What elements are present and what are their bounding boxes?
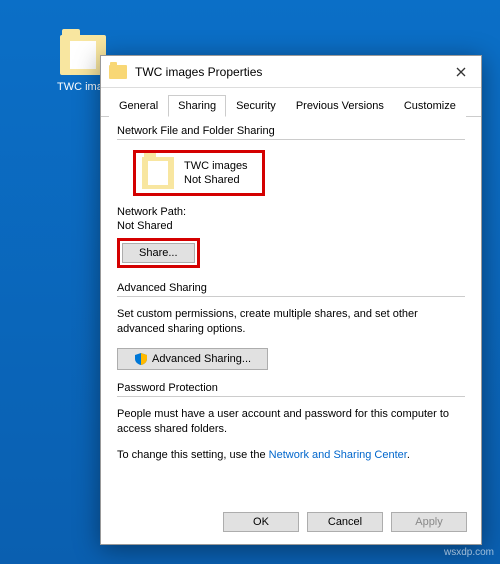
share-button[interactable]: Share... [122, 243, 195, 263]
close-icon [456, 67, 466, 77]
properties-dialog: TWC images Properties General Sharing Se… [100, 55, 482, 545]
titlebar: TWC images Properties [101, 56, 481, 88]
folder-icon [109, 65, 127, 79]
close-button[interactable] [441, 56, 481, 87]
folder-share-info: TWC images Not Shared [133, 150, 265, 196]
period: . [407, 449, 410, 461]
divider [117, 396, 465, 397]
tab-sharing[interactable]: Sharing [168, 95, 226, 117]
group-heading: Password Protection [117, 382, 465, 394]
dialog-title: TWC images Properties [135, 65, 441, 79]
tab-customize[interactable]: Customize [394, 95, 466, 117]
shield-icon [134, 352, 148, 366]
share-state: Not Shared [184, 173, 248, 187]
tab-strip: General Sharing Security Previous Versio… [101, 88, 481, 117]
group-heading: Advanced Sharing [117, 282, 465, 294]
network-sharing-center-link[interactable]: Network and Sharing Center [269, 449, 407, 461]
advanced-sharing-button-label: Advanced Sharing... [152, 353, 251, 365]
group-network-sharing: Network File and Folder Sharing TWC imag… [117, 125, 465, 270]
ok-button[interactable]: OK [223, 512, 299, 532]
network-path-block: Network Path: Not Shared Share... [117, 206, 465, 270]
password-change-line: To change this setting, use the Network … [117, 448, 465, 463]
tab-security[interactable]: Security [226, 95, 286, 117]
tab-previous-versions[interactable]: Previous Versions [286, 95, 394, 117]
advanced-sharing-button[interactable]: Advanced Sharing... [117, 348, 268, 370]
network-path-label: Network Path: [117, 206, 465, 218]
folder-icon [142, 157, 174, 189]
tab-content-sharing: Network File and Folder Sharing TWC imag… [101, 117, 481, 463]
share-button-highlight: Share... [117, 238, 200, 268]
password-desc: People must have a user account and pass… [117, 407, 465, 438]
group-password-protection: Password Protection People must have a u… [117, 382, 465, 463]
cancel-button[interactable]: Cancel [307, 512, 383, 532]
divider [117, 139, 465, 140]
tab-general[interactable]: General [109, 95, 168, 117]
folder-name: TWC images [184, 159, 248, 173]
watermark: wsxdp.com [444, 547, 494, 558]
advanced-sharing-desc: Set custom permissions, create multiple … [117, 307, 465, 338]
network-path-value: Not Shared [117, 220, 465, 232]
group-heading: Network File and Folder Sharing [117, 125, 465, 137]
change-prefix: To change this setting, use the [117, 449, 269, 461]
group-advanced-sharing: Advanced Sharing Set custom permissions,… [117, 282, 465, 370]
dialog-footer: OK Cancel Apply [223, 512, 467, 532]
apply-button[interactable]: Apply [391, 512, 467, 532]
divider [117, 296, 465, 297]
